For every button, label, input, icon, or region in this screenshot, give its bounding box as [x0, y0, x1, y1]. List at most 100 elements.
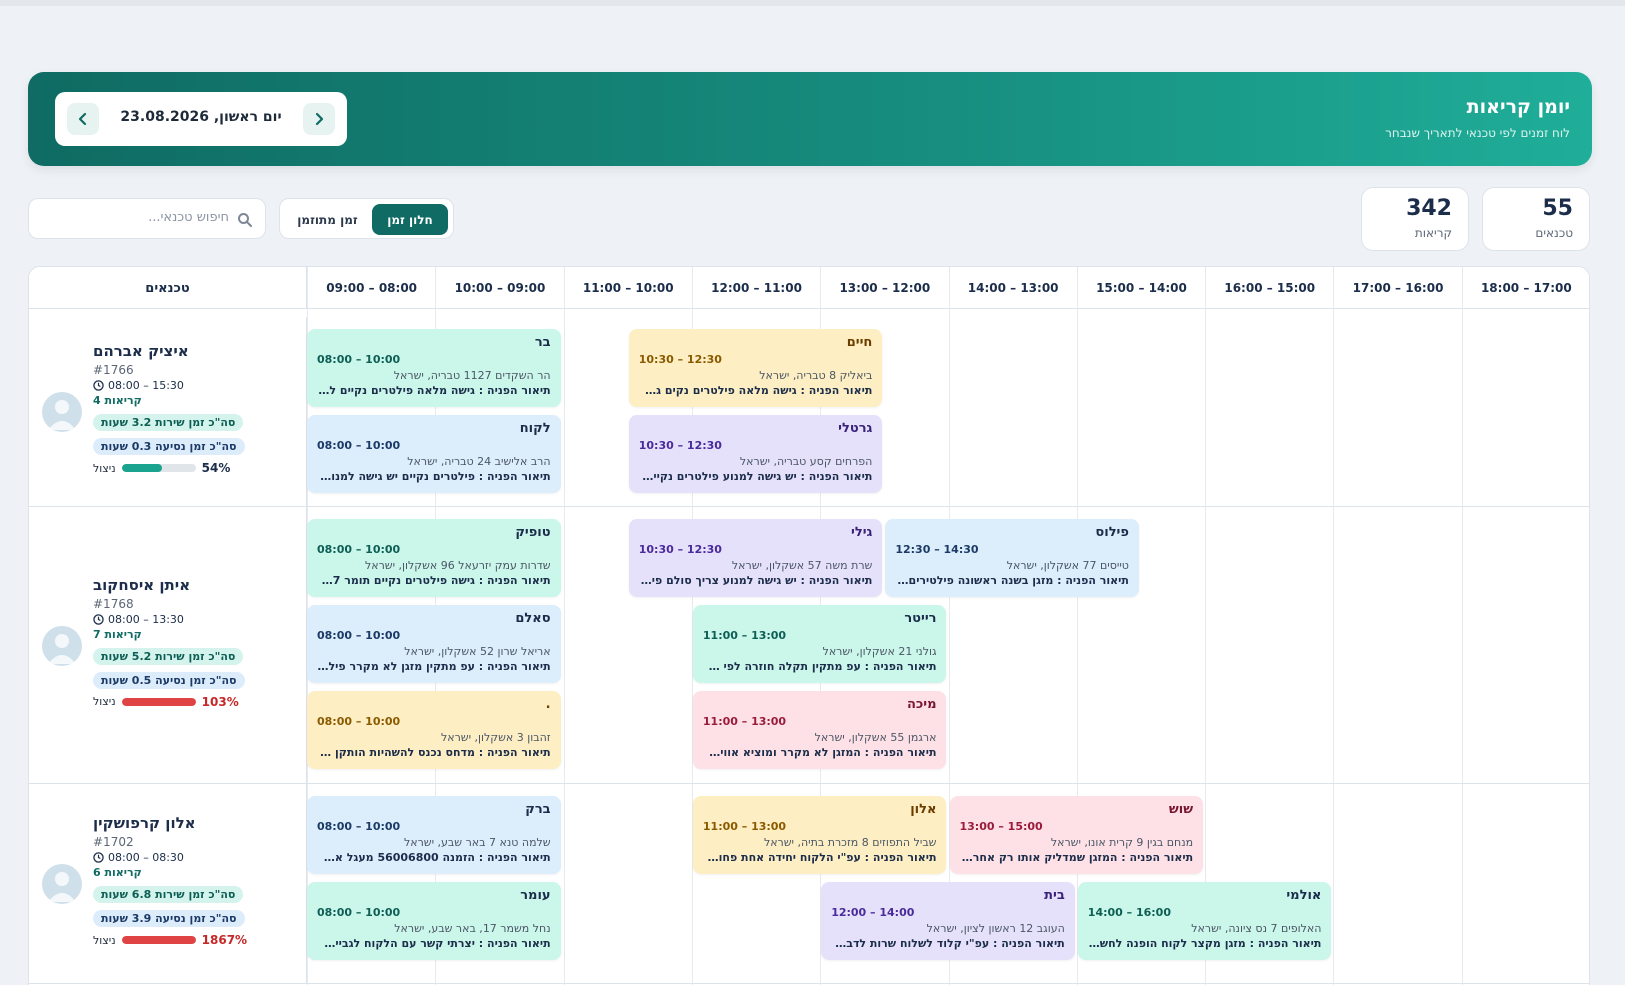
call-customer-name: לקוח	[519, 421, 551, 436]
call-customer-name: אלון	[910, 802, 937, 817]
next-day-button[interactable]	[67, 103, 99, 135]
call-customer-name: גילי	[851, 525, 873, 540]
schedule-grid: טכנאים 08:00 – 09:00 09:00 – 10:00 10:00 –…	[28, 266, 1590, 985]
call-time: 11:00 – 13:00	[702, 820, 787, 833]
call-customer-name: מיכה	[906, 697, 937, 712]
search-icon	[238, 213, 252, 227]
technician-name[interactable]: אלון קרפושקין	[93, 814, 303, 832]
time-slot-header: 15:00 – 16:00	[1205, 267, 1333, 309]
previous-day-button[interactable]	[303, 103, 335, 135]
technician-details: איתן איסחקוב #1768 08:00 – 13:30 7 קריאות סה…	[93, 576, 303, 709]
hours-text: 08:00 – 15:30	[108, 379, 184, 392]
stat-calls: 342 קריאות	[1361, 187, 1469, 251]
utilization-fill	[121, 464, 162, 472]
call-card[interactable]: בית 12:00 – 14:00 העוגב 12 ראשון לציון, יש…	[821, 882, 1075, 960]
chevron-left-icon	[78, 112, 87, 126]
call-card[interactable]: בר 08:00 – 10:00 הר השקדים 1127 טבריה, ישר…	[307, 329, 561, 407]
utilization: ניצול 103%	[93, 695, 303, 709]
call-time: 10:30 – 12:30	[638, 543, 722, 556]
call-description: תיאור הפניה : המזגן לא מקרר ומוציא אוויר…	[702, 746, 937, 759]
service-time-badge: סה"כ זמן שירות 3.2 שעות	[93, 414, 244, 431]
technician-calls-count: 4 קריאות	[93, 394, 142, 407]
technician-calls-count: 6 קריאות	[93, 866, 142, 879]
call-card[interactable]: עומר 08:00 – 10:00 נחל משמר 17, באר שבע, י…	[307, 882, 561, 960]
page-title: יומן קריאות	[1466, 96, 1570, 118]
call-time: 12:00 – 14:00	[831, 906, 915, 919]
call-description: תיאור הפניה : מזגן מקצר לקוח הופנה לחשמל…	[1087, 937, 1322, 950]
technician-id: #1766	[93, 363, 134, 377]
technician-calls-count: 7 קריאות	[93, 627, 142, 641]
call-address: זהבון 3 אשקלון, ישראל	[440, 731, 551, 744]
utilization-bar	[121, 697, 196, 706]
call-customer-name: בר	[534, 335, 551, 350]
call-description: תיאור הפניה : עפ מתקין תקלה חוזרה לפי קר…	[702, 660, 937, 673]
call-description: תיאור הפניה : הזמנה 56006800 מעגל אחד מ.…	[317, 851, 551, 864]
stat-techs-label: טכנאים	[1535, 226, 1573, 240]
view-toggle: חלון זמן זמן מתוזמן	[279, 198, 454, 239]
call-customer-name: סאלם	[515, 611, 551, 626]
call-time: 10:30 – 12:30	[638, 353, 722, 366]
view-planned-time-button[interactable]: זמן מתוזמן	[285, 204, 370, 235]
view-time-window-button[interactable]: חלון זמן	[372, 204, 448, 235]
call-customer-name: בית	[1044, 888, 1065, 903]
stat-calls-value: 342	[1406, 196, 1452, 221]
top-strip	[0, 0, 1625, 6]
stat-calls-label: קריאות	[1414, 226, 1452, 240]
call-description: תיאור הפניה : גישה פילטרים נקיים תומר 98…	[317, 574, 551, 587]
call-card[interactable]: גרטלי 10:30 – 12:30 הפרחים קסע טבריה, ישרא…	[628, 415, 883, 493]
stat-techs: 55 טכנאים	[1482, 187, 1590, 251]
call-time: 08:00 – 10:00	[317, 439, 401, 452]
time-slot-header: 17:00 – 18:00	[1461, 267, 1589, 309]
call-card[interactable]: מיכה 11:00 – 13:00 ארגמן 55 אשקלון, ישראל ת…	[692, 691, 947, 769]
utilization: ניצול 1867%	[93, 933, 303, 947]
technician-info: איתן איסחקוב #1768 08:00 – 13:30 7 קריאות סה…	[29, 507, 307, 783]
call-customer-name: שוש	[1168, 802, 1194, 817]
call-card[interactable]: אולמי 14:00 – 16:00 האלופים 7 נס ציונה, יש…	[1077, 882, 1332, 960]
utilization-fill	[121, 697, 196, 706]
technician-details: איציק אברהם #1766 08:00 – 15:30 4 קריאות סה"…	[93, 342, 303, 475]
call-card[interactable]: גילי 10:30 – 12:30 שרת משה 57 אשקלון, ישרא…	[628, 519, 883, 597]
call-customer-name: פילוס	[1095, 525, 1129, 540]
technician-id: #1768	[93, 596, 134, 611]
call-card[interactable]: חיים 10:30 – 12:30 ביאליק 8 טבריה, ישראל תי…	[628, 329, 883, 407]
call-time: 11:00 – 13:00	[702, 715, 787, 728]
call-card[interactable]: רייטר 11:00 – 13:00 גולני 21 אשקלון, ישראל…	[692, 605, 947, 683]
call-card[interactable]: פילוס 12:30 – 14:30 טייסים 77 אשקלון, ישרא…	[885, 519, 1139, 597]
clock-icon	[93, 380, 104, 391]
call-card[interactable]: אלון 11:00 – 13:00 שביל התפוזים 8 מזכרת בת…	[692, 796, 947, 874]
call-time: 13:00 – 15:00	[959, 820, 1043, 833]
call-description: תיאור הפניה : עפ"י קלוד לשלוח שרות לדבר …	[831, 937, 1065, 950]
call-card[interactable]: . 08:00 – 10:00 זהבון 3 אשקלון, ישראל תיאור…	[307, 691, 561, 769]
time-slot-header: 16:00 – 17:00	[1333, 267, 1461, 309]
call-card[interactable]: לקוח 08:00 – 10:00 הרב אלישיב 24 טבריה, יש…	[307, 415, 561, 493]
date-selector: יום ראשון, 23.08.2026	[55, 92, 347, 146]
travel-time-badge: סה"כ זמן נסיעה 0.3 שעות	[93, 438, 245, 455]
call-time: 10:30 – 12:30	[638, 439, 722, 452]
technician-name[interactable]: איציק אברהם	[93, 342, 303, 360]
utilization-fill	[121, 936, 196, 944]
technician-name[interactable]: איתן איסחקוב	[93, 576, 303, 594]
call-time: 08:00 – 10:00	[317, 543, 401, 556]
call-time: 08:00 – 10:00	[317, 715, 401, 728]
utilization-percent: 103%	[201, 694, 239, 709]
call-card[interactable]: ברק 08:00 – 10:00 שלמה טנא 7 באר שבע, ישרא…	[307, 796, 561, 874]
technician-info: אלון קרפושקין #1702 08:00 – 08:30 6 קריאות ס…	[29, 784, 307, 983]
call-customer-name: טופיק	[515, 525, 551, 540]
call-address: ביאליק 8 טבריה, ישראל	[759, 369, 873, 382]
techs-column-header: טכנאים	[29, 267, 307, 309]
page-subtitle: לוח זמנים לפי טכנאי לתאריך שנבחר	[1385, 126, 1570, 140]
call-address: שביל התפוזים 8 מזכרת בתיה, ישראל	[763, 836, 937, 849]
travel-time-badge: סה"כ זמן נסיעה 3.9 שעות	[93, 910, 245, 927]
clock-icon	[93, 613, 104, 625]
search-input[interactable]: חיפוש טכנאי...	[28, 198, 266, 239]
call-card[interactable]: שוש 13:00 – 15:00 מנחם בגין 9 קרית אונו, י…	[949, 796, 1204, 874]
utilization-label: ניצול	[93, 933, 116, 947]
time-slot-header: 14:00 – 15:00	[1076, 267, 1205, 309]
call-card[interactable]: טופיק 08:00 – 10:00 שדרות עמק יזרעאל 96 אש…	[307, 519, 561, 597]
technician-hours: 08:00 – 13:30	[93, 613, 303, 626]
search-placeholder: חיפוש טכנאי...	[148, 210, 229, 225]
utilization-percent: 1867%	[201, 933, 248, 947]
call-description: תיאור הפניה : גישה מלאה פילטרים נקיים לא…	[317, 384, 551, 397]
calendar-header: יומן קריאות לוח זמנים לפי טכנאי לתאריך ש…	[28, 72, 1592, 166]
call-card[interactable]: סאלם 08:00 – 10:00 אריאל שרון 52 אשקלון, י…	[307, 605, 561, 683]
